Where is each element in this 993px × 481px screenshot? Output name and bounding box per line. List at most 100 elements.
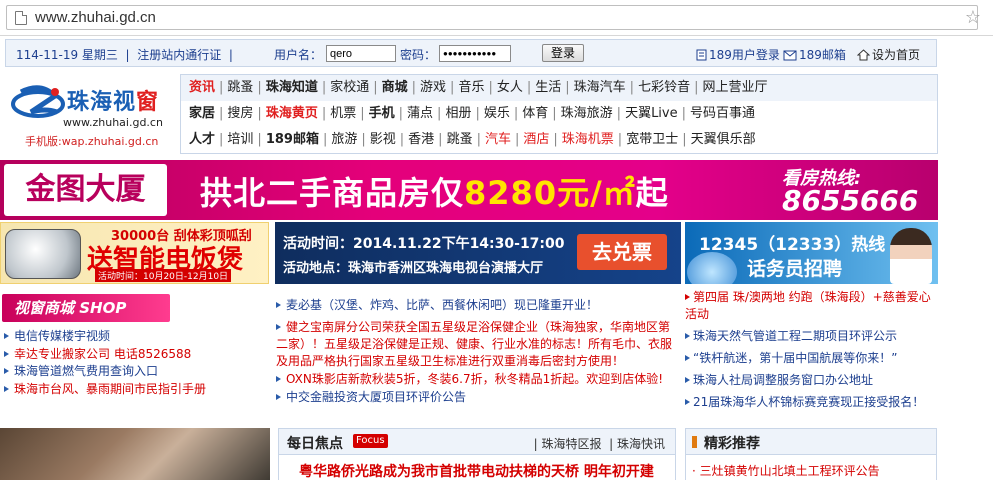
nav-link[interactable]: 宽带卫士 [626,132,678,147]
center-news-list: 麦必基（汉堡、炸鸡、比萨、西餐休闲吧）现已隆重开业！ 健之宝南屏分公司荣获全国五星… [276,297,676,407]
username-input[interactable] [326,45,396,62]
link-text[interactable]: 幸达专业搬家公司 电话8526588 [14,347,191,361]
service-189-mail[interactable]: 189邮箱 [783,46,846,63]
right-news-item[interactable]: 珠海天然气管道工程二期项目环评公示 [685,328,937,345]
set-homepage-link[interactable]: 设为首页 [857,46,920,63]
news-text[interactable]: 21届珠海华人杯锦标赛竞赛现正接受报名！ [693,395,924,409]
password-input[interactable] [439,45,511,62]
news-photo[interactable] [0,428,270,480]
nav-link[interactable]: 汽车 [485,132,511,147]
nav-link[interactable]: 机票 [330,106,356,121]
nav-link[interactable]: 189邮箱 [266,132,319,147]
nav-link[interactable]: 培训 [227,132,253,147]
nav-separator: | [476,132,481,147]
nav-link[interactable]: 音乐 [458,80,484,95]
nav-link[interactable]: 珠海知道 [266,80,318,95]
nav-link[interactable]: 天翼俱乐部 [691,132,756,147]
login-button[interactable]: 登录 [542,44,584,62]
ad-banner-rice-cooker[interactable]: 30000台 刮体彩顶呱刮 送智能电饭煲 活动时间：10月20日-12月10日 [0,222,269,284]
right-news-item[interactable]: 21届珠海华人杯锦标赛竞赛现正接受报名！ [685,394,937,411]
news-text[interactable]: 中交金融投资大厦项目环评价公告 [286,390,466,404]
bullet-icon [685,399,690,405]
nav-link[interactable]: 资讯 [189,80,215,95]
link-text[interactable]: 珠海管道燃气费用查询入口 [14,364,158,378]
nav-link[interactable]: 搜房 [227,106,253,121]
nav-link[interactable]: 相册 [445,106,471,121]
nav-link[interactable]: 影视 [370,132,396,147]
left-link-item[interactable]: 幸达专业搬家公司 电话8526588 [4,346,264,364]
nav-link[interactable]: 珠海旅游 [561,106,613,121]
bookmark-star-icon[interactable]: ☆ [965,7,981,28]
nav-link[interactable]: 家校通 [330,80,369,95]
center-news-item[interactable]: 健之宝南屏分公司荣获全国五星级足浴保健企业（珠海独家，华南地区第二家）！五星级足… [276,319,676,370]
nav-link[interactable]: 手机 [369,106,395,121]
bullet-icon [276,376,281,382]
tab-zhuhai-express[interactable]: 珠海快讯 [617,437,665,451]
link-text[interactable]: 珠海市台风、暴雨期间市民指引手册 [14,382,206,396]
bullet-icon [685,294,690,300]
nav-separator: | [475,106,480,121]
news-text[interactable]: 珠海人社局调整服务窗口办公地址 [693,373,873,387]
right-news-item[interactable]: 珠海人社局调整服务窗口办公地址 [685,372,937,389]
focus-headline[interactable]: 粤华路侨光路成为我市首批带电动扶梯的天桥 明年初开建 [299,461,654,481]
mall-shop-banner[interactable]: 视窗商城 SHOP [2,294,170,322]
nav-link[interactable]: 游戏 [420,80,446,95]
nav-link[interactable]: 娱乐 [484,106,510,121]
nav-link[interactable]: 珠海黄页 [266,106,318,121]
link-text[interactable]: 电信传媒楼宇视频 [14,329,110,343]
nav-link[interactable]: 人才 [189,132,215,147]
news-text[interactable]: 麦必基（汉堡、炸鸡、比萨、西餐休闲吧）现已隆重开业！ [286,298,598,312]
center-news-item[interactable]: 麦必基（汉堡、炸鸡、比萨、西餐休闲吧）现已隆重开业！ [276,297,676,314]
nav-link[interactable]: 旅游 [331,132,357,147]
bullet-icon [4,350,9,357]
nav-link[interactable]: 跳蚤 [447,132,473,147]
nav-link[interactable]: 酒店 [523,132,549,147]
ad-banner-housing[interactable]: 金图大厦 拱北二手商品房仅8280元/㎡起 看房热线: 8655666 [0,160,938,220]
nav-link[interactable]: 家居 [189,106,215,121]
news-text[interactable]: OXN珠影店新款秋装5折，冬装6.7折，秋冬精品1折起。欢迎到店体验! [286,372,663,386]
center-news-item[interactable]: 中交金融投资大厦项目环评价公告 [276,389,676,406]
site-logo[interactable]: 珠海视窗 www.zhuhai.gd.cn 手机版:wap.zhuhai.gd.… [5,74,179,154]
nav-link[interactable]: 体育 [522,106,548,121]
mobile-version-link[interactable]: 手机版:wap.zhuhai.gd.cn [25,133,158,149]
nav-link[interactable]: 号码百事通 [690,106,755,121]
category-nav: 资讯 | 跳蚤 | 珠海知道 | 家校通 | 商城 | 游戏 | 音乐 | 女人 | 生活 | 珠海汽车 | 七彩铃音 |… [180,74,938,154]
left-link-item[interactable]: 电信传媒楼宇视频 [4,328,264,346]
left-link-item[interactable]: 珠海管道燃气费用查询入口 [4,363,264,381]
bullet-icon [276,324,281,330]
right-news-item[interactable]: 第四届 珠/澳两地 约跑（珠海段）+慈善爱心活动 [685,289,937,323]
nav-separator: | [411,80,417,95]
center-news-item[interactable]: OXN珠影店新款秋装5折，冬装6.7折，秋冬精品1折起。欢迎到店体验! [276,371,676,388]
service-189-login[interactable]: 189用户登录 [696,46,780,63]
tab-zhuhai-daily[interactable]: 珠海特区报 [541,437,601,451]
news-text[interactable]: 健之宝南屏分公司荣获全国五星级足浴保健企业（珠海独家，华南地区第二家）！五星级足… [276,320,672,368]
nav-link[interactable]: 香港 [408,132,434,147]
redeem-ticket-button[interactable]: 去兑票 [577,234,667,270]
news-text[interactable]: “铁杆航迷，第十届中国航展等你来！” [693,351,897,365]
left-link-item[interactable]: 珠海市台风、暴雨期间市民指引手册 [4,381,264,399]
nav-link[interactable]: 七彩铃音 [638,80,690,95]
nav-link[interactable]: 女人 [497,80,523,95]
nav-separator: | [257,80,262,95]
nav-link[interactable]: 商城 [382,80,408,95]
nav-link[interactable]: 网上营业厅 [702,80,767,95]
register-link[interactable]: 注册站内通行证 [137,48,221,62]
ad-banner-hotline[interactable]: 12345（12333）热线 话务员招聘 [685,222,938,284]
address-bar[interactable]: www.zhuhai.gd.cn ☆ [6,5,981,30]
news-text[interactable]: 珠海天然气管道工程二期项目环评公示 [693,329,897,343]
nav-link[interactable]: 蒲点 [407,106,433,121]
banner-building-name: 金图大厦 [4,164,167,216]
nav-link[interactable]: 天翼Live [625,106,678,121]
recommend-item[interactable]: · 三灶镇黄竹山北填土工程环评公告 [692,462,880,479]
news-text[interactable]: 第四届 珠/澳两地 约跑（珠海段）+慈善爱心活动 [685,290,931,321]
bullet-icon [4,368,9,374]
nav-link[interactable]: 珠海汽车 [574,80,626,95]
address-text[interactable]: www.zhuhai.gd.cn [35,9,156,26]
nav-link[interactable]: 生活 [535,80,561,95]
right-news-item[interactable]: “铁杆航迷，第十届中国航展等你来！” [685,350,937,367]
banner-hotline-number: 8655666 [782,184,919,217]
nav-link[interactable]: 珠海机票 [562,132,614,147]
nav-separator: | [617,132,623,147]
nav-link[interactable]: 跳蚤 [227,80,253,95]
ad-banner-event[interactable]: 活动时间：2014.11.22下午14:30-17:00 活动地点：珠海市香洲区… [275,222,681,284]
